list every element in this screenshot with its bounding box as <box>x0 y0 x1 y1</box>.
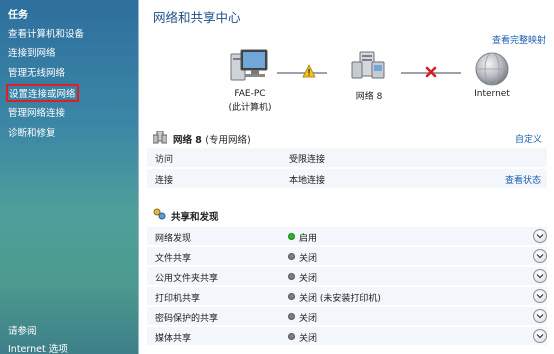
sidebar-link-internet-options[interactable]: Internet 选项 <box>8 341 68 354</box>
sharing-row-printer-sharing: 打印机共享 关闭 (未安装打印机) <box>147 287 547 306</box>
row-key: 连接 <box>155 176 174 186</box>
sidebar-item-connect-network[interactable]: 连接到网络 <box>8 45 56 59</box>
status-off-dot <box>288 273 295 280</box>
expand-chevron-button[interactable] <box>533 229 547 243</box>
network-row-connection: 连接 本地连接 查看状态 <box>147 169 547 189</box>
warning-icon[interactable] <box>302 64 316 78</box>
sidebar-item-manage-wireless[interactable]: 管理无线网络 <box>8 65 65 79</box>
status-off-dot <box>288 333 295 340</box>
expand-chevron-button[interactable] <box>533 329 547 343</box>
network-section-name: 网络 8 <box>173 135 202 146</box>
expand-chevron-button[interactable] <box>533 249 547 263</box>
network-section-type: (专用网络) <box>205 135 251 146</box>
status-off-dot <box>288 253 295 260</box>
computer-caption: (此计算机) <box>228 103 272 113</box>
row-key: 访问 <box>155 155 174 165</box>
sharing-row-network-discovery: 网络发现 启用 <box>147 227 547 246</box>
customize-link[interactable]: 自定义 <box>515 132 542 145</box>
row-key: 公用文件夹共享 <box>155 274 219 284</box>
page-title: 网络和共享中心 <box>153 10 241 25</box>
row-key: 文件共享 <box>155 254 192 264</box>
status-off-dot <box>288 293 295 300</box>
row-value: 受限连接 <box>289 155 326 165</box>
sidebar: 任务 查看计算机和设备 连接到网络 管理无线网络 设置连接或网络 管理网络连接 … <box>0 0 138 354</box>
disconnected-x-icon[interactable] <box>425 66 437 78</box>
computer-name: FAE-PC <box>234 89 266 99</box>
view-full-map-link[interactable]: 查看完整映射 <box>492 33 546 46</box>
row-value: 关闭 (未安装打印机) <box>299 294 381 304</box>
status-off-dot <box>288 313 295 320</box>
sidebar-heading-tasks: 任务 <box>8 10 28 21</box>
main-panel: 网络和共享中心 查看完整映射 FAE-PC (此计算机) 网络 8 Intern… <box>138 0 554 354</box>
sidebar-item-setup-connection[interactable]: 设置连接或网络 <box>6 84 79 102</box>
sidebar-see-also-heading: 请参阅 <box>8 326 37 337</box>
row-key: 密码保护的共享 <box>155 314 219 324</box>
expand-chevron-button[interactable] <box>533 309 547 323</box>
sharing-section-title: 共享和发现 <box>171 212 219 223</box>
sharing-row-password-protected: 密码保护的共享 关闭 <box>147 307 547 326</box>
sharing-row-public-folder: 公用文件夹共享 关闭 <box>147 267 547 286</box>
network-section-header: 网络 8 (专用网络) <box>173 132 251 146</box>
internet-globe-icon[interactable] <box>474 51 510 87</box>
row-key: 打印机共享 <box>155 294 201 304</box>
network-section-icon <box>152 130 168 144</box>
sidebar-item-view-computers[interactable]: 查看计算机和设备 <box>8 26 84 40</box>
network-row-access: 访问 受限连接 <box>147 148 547 168</box>
row-value: 关闭 <box>299 334 318 344</box>
sharing-section-icon <box>153 208 166 221</box>
expand-chevron-button[interactable] <box>533 289 547 303</box>
status-on-dot <box>288 233 295 240</box>
network-name: 网络 8 <box>355 92 383 102</box>
row-value: 关闭 <box>299 254 318 264</box>
sidebar-item-manage-connections[interactable]: 管理网络连接 <box>8 105 65 119</box>
row-value: 关闭 <box>299 274 318 284</box>
expand-chevron-button[interactable] <box>533 269 547 283</box>
internet-label: Internet <box>474 89 510 99</box>
computer-icon[interactable] <box>229 48 269 84</box>
row-value: 本地连接 <box>289 176 326 186</box>
row-value: 启用 <box>299 234 318 244</box>
view-status-link[interactable]: 查看状态 <box>505 173 541 186</box>
sharing-row-media-sharing: 媒体共享 关闭 <box>147 327 547 346</box>
row-key: 媒体共享 <box>155 334 192 344</box>
sidebar-item-diagnose-repair[interactable]: 诊断和修复 <box>8 125 56 139</box>
network-icon[interactable] <box>351 50 385 80</box>
row-value: 关闭 <box>299 314 318 324</box>
row-key: 网络发现 <box>155 234 192 244</box>
sharing-row-file-sharing: 文件共享 关闭 <box>147 247 547 266</box>
